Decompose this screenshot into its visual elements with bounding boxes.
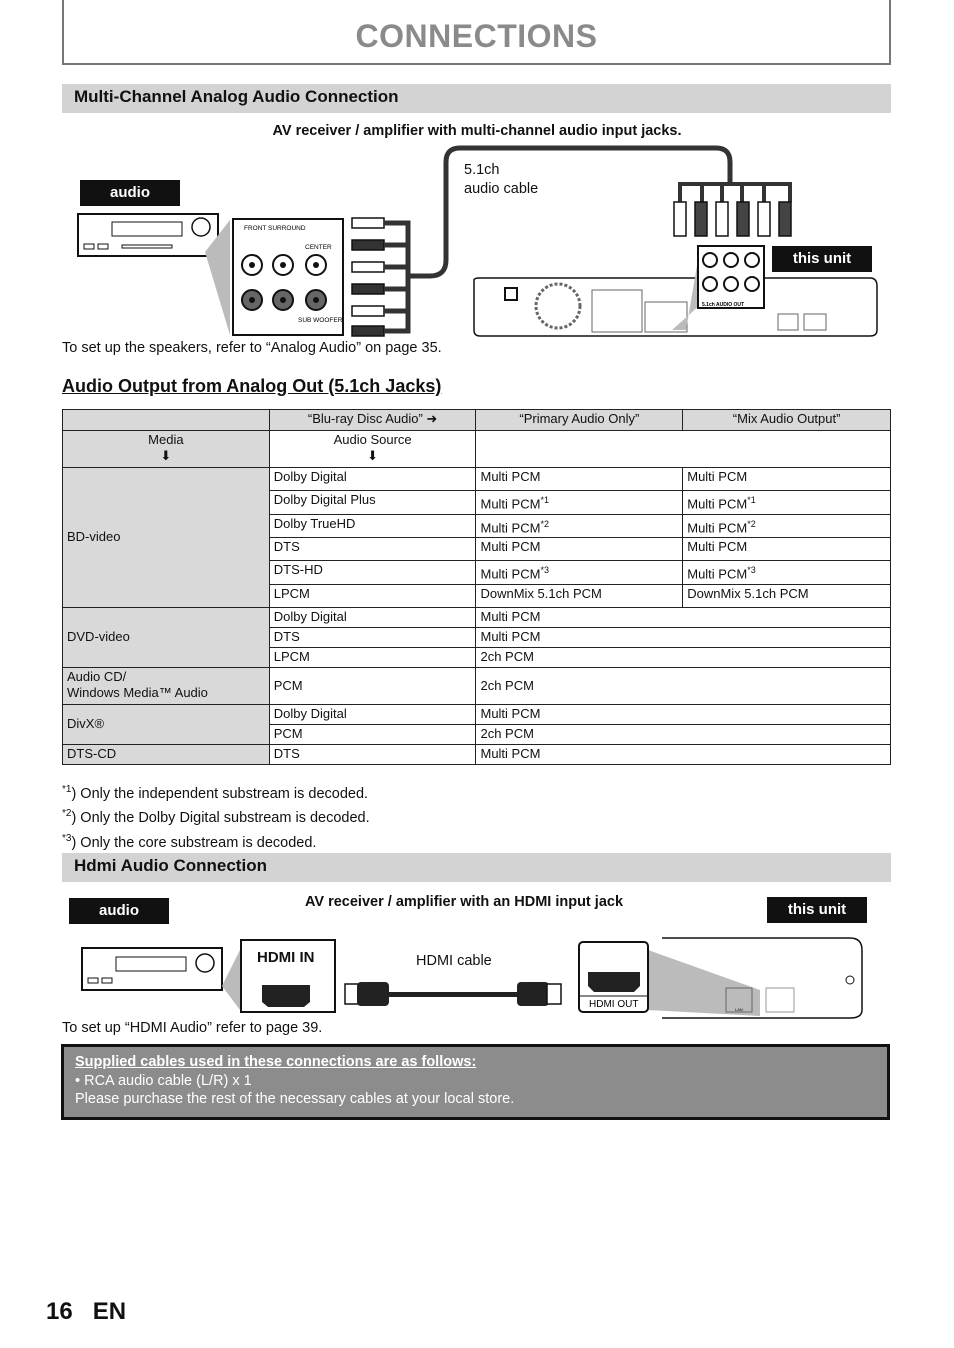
rca-plugs — [351, 217, 385, 337]
table-row: Audio CD/ Windows Media™ Audio PCM 2ch PCM — [62, 666, 891, 705]
source-cell: LPCM — [268, 583, 477, 608]
mix-cell: Multi PCM — [682, 536, 891, 562]
svg-text:SUB WOOFER: SUB WOOFER — [298, 317, 343, 324]
source-cell: Dolby TrueHD — [268, 513, 477, 538]
source-cell: LPCM — [268, 646, 477, 668]
hdmi-in-label: HDMI IN — [257, 949, 315, 966]
table-row: DivX® Dolby Digital Multi PCM — [62, 703, 891, 745]
title-box: CONNECTIONS — [62, 0, 891, 65]
primary-cell: Multi PCM*1 — [475, 490, 684, 515]
source-cell: DTS-HD — [268, 560, 477, 585]
output-cell: Multi PCM — [475, 606, 891, 628]
this-unit-label: this unit — [767, 897, 867, 923]
source-cell: DTS — [268, 536, 477, 562]
source-cell: DTS — [268, 743, 477, 765]
supplied-heading: Supplied cables used in these connection… — [75, 1054, 477, 1070]
supplied-note: Please purchase the rest of the necessar… — [75, 1091, 515, 1107]
primary-cell: DownMix 5.1ch PCM — [475, 583, 684, 608]
receiver-icon — [77, 213, 219, 257]
source-cell: Dolby Digital — [268, 606, 477, 628]
primary-cell: Multi PCM*3 — [475, 560, 684, 585]
section-heading-multichannel: Multi-Channel Analog Audio Connection — [62, 84, 891, 113]
footnote: *3) Only the core substream is decoded. — [62, 832, 317, 851]
mix-cell: Multi PCM — [682, 466, 891, 492]
source-cell: DTS — [268, 626, 477, 648]
media-cell: DVD-video — [62, 606, 270, 668]
output-cell: Multi PCM — [475, 743, 891, 765]
footnotes: *1) Only the independent substream is de… — [62, 780, 370, 853]
output-cell: Multi PCM — [475, 703, 891, 725]
footnote: *1) Only the independent substream is de… — [62, 784, 369, 802]
hdmi-subtitle: AV receiver / amplifier with an HDMI inp… — [305, 894, 624, 910]
output-cell: 2ch PCM — [475, 723, 891, 745]
header-primary: “Primary Audio Only” — [475, 409, 684, 431]
hdmi-setup-note: To set up “HDMI Audio” refer to page 39. — [62, 1020, 323, 1036]
header-bd-audio: “Blu-ray Disc Audio” ➜ — [268, 409, 477, 431]
speaker-setup-note: To set up the speakers, refer to “Analog… — [62, 340, 442, 356]
audio-label: audio — [69, 898, 169, 924]
media-cell: DTS-CD — [62, 743, 270, 765]
page-title: CONNECTIONS — [355, 18, 598, 54]
source-cell: Dolby Digital Plus — [268, 490, 477, 515]
supplied-item: • RCA audio cable (L/R) x 1 — [75, 1072, 252, 1089]
arrow-down-icon: ⬇ — [367, 448, 379, 463]
table-subheader-row: Media ⬇ Audio Source ⬇ — [62, 430, 891, 468]
table-row: BD-video Dolby Digital Multi PCM Multi PCM — [62, 466, 891, 608]
primary-cell: Multi PCM — [475, 536, 684, 562]
output-heading: Audio Output from Analog Out (5.1ch Jack… — [62, 376, 442, 396]
output-cell: 2ch PCM — [475, 666, 891, 705]
header-media: Media ⬇ — [62, 430, 270, 468]
multichannel-diagram: FRONT SURROUND CENTER SUB WOOFER 5.1ch A… — [77, 145, 878, 337]
arrow-down-icon: ⬇ — [160, 448, 172, 463]
media-cell: DivX® — [62, 703, 270, 745]
source-cell: PCM — [268, 723, 477, 745]
audio-output-table: “Blu-ray Disc Audio” ➜ “Primary Audio On… — [62, 409, 891, 765]
table-row: DTS-CD DTS Multi PCM — [62, 743, 891, 765]
table-header-row: “Blu-ray Disc Audio” ➜ “Primary Audio On… — [62, 409, 891, 431]
mix-cell: Multi PCM*2 — [682, 513, 891, 538]
svg-text:LAN: LAN — [735, 1007, 743, 1012]
media-cell: BD-video — [62, 467, 270, 608]
hdmi-diagram: HDMI OUT LAN — [81, 937, 863, 1019]
page-number: 16 EN — [46, 1298, 127, 1325]
output-cell: Multi PCM — [475, 626, 891, 648]
header-source: Audio Source ⬇ — [268, 430, 477, 468]
output-cell: 2ch PCM — [475, 646, 891, 668]
source-cell: Dolby Digital — [268, 466, 477, 492]
svg-text:5.1ch AUDIO OUT: 5.1ch AUDIO OUT — [702, 302, 744, 308]
header-mix: “Mix Audio Output” — [682, 409, 891, 431]
svg-text:SURROUND: SURROUND — [268, 225, 306, 232]
hdmi-cable-label: HDMI cable — [416, 953, 492, 969]
footnote: *2) Only the Dolby Digital substream is … — [62, 808, 370, 827]
mix-cell: Multi PCM*3 — [682, 560, 891, 585]
svg-text:CENTER: CENTER — [305, 244, 332, 251]
svg-text:FRONT: FRONT — [244, 225, 266, 232]
multichannel-subtitle: AV receiver / amplifier with multi-chann… — [272, 123, 682, 139]
section-heading-hdmi: Hdmi Audio Connection — [62, 853, 891, 882]
mix-cell: Multi PCM*1 — [682, 490, 891, 515]
source-cell: Dolby Digital — [268, 703, 477, 725]
primary-cell: Multi PCM*2 — [475, 513, 684, 538]
table-row: DVD-video Dolby Digital Multi PCM — [62, 606, 891, 668]
media-cell: Audio CD/ Windows Media™ Audio — [62, 666, 270, 705]
supplied-cables-box: Supplied cables used in these connection… — [61, 1044, 890, 1120]
svg-text:HDMI OUT: HDMI OUT — [589, 999, 638, 1010]
primary-cell: Multi PCM — [475, 466, 684, 492]
source-cell: PCM — [268, 666, 477, 705]
mix-cell: DownMix 5.1ch PCM — [682, 583, 891, 608]
